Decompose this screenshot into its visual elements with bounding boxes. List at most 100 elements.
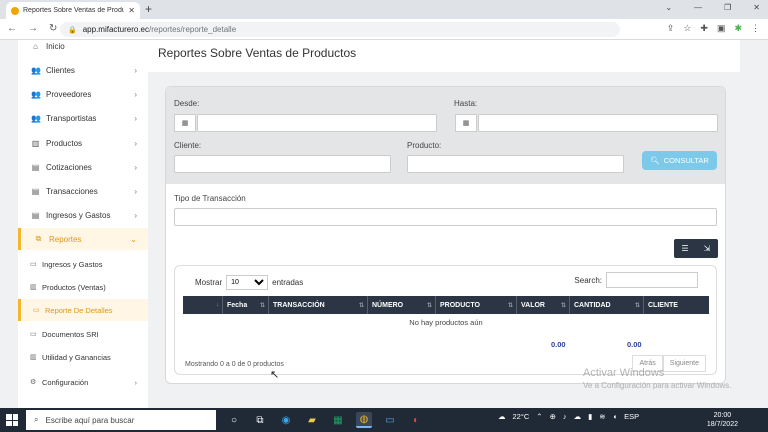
copy-icon: ⧉ [35, 234, 42, 243]
sidebar-item-label: Ingresos y Gastos [46, 210, 111, 220]
sidebar-sub-reporte-detalles[interactable]: ▭ Reporte De Detalles [18, 299, 148, 321]
sidebar-sub-documentos-sri[interactable]: ▭ Documentos SRI [18, 323, 148, 345]
volume-icon[interactable]: ♪ [563, 412, 567, 421]
app-icon[interactable]: ◐ [408, 412, 424, 428]
share-icon[interactable]: ⇪ [667, 23, 675, 34]
onedrive-icon[interactable]: ☁ [574, 412, 582, 421]
sidebar-item-label: Transportistas [46, 113, 97, 123]
column-header-cantidad[interactable]: CANTIDAD ⇅ [570, 296, 644, 314]
sidebar-item-label: Cotizaciones [46, 162, 92, 172]
sidebar-item-label: Clientes [46, 65, 75, 75]
star-icon[interactable]: ☆ [683, 23, 691, 34]
column-header-cliente[interactable]: CLIENTE [644, 296, 709, 314]
taskbar-apps: ○ ⧉ ◉ ▰ ▦ ◍ ▭ ◐ [226, 412, 424, 428]
sidepanel-icon[interactable]: ▣ [717, 23, 726, 34]
column-header-transaccion[interactable]: TRANSACCIÓN ⇅ [269, 296, 368, 314]
restore-icon[interactable]: ❐ [724, 3, 731, 12]
page-title: Reportes Sobre Ventas de Productos [158, 46, 357, 60]
sidebar-item-clientes[interactable]: 👥 Clientes › [18, 59, 148, 81]
calendar-icon[interactable]: ▦ [455, 114, 477, 132]
tipo-transaccion-select[interactable] [174, 208, 717, 226]
browser-tab[interactable]: Reportes Sobre Ventas de Produc ✕ [6, 2, 140, 19]
sidebar-item-inicio[interactable]: ⌂ Inicio [18, 35, 148, 57]
clock-date: 18/7/2022 [706, 421, 738, 428]
tab-title: Reportes Sobre Ventas de Produc [23, 7, 125, 14]
data-table: Mostrar 10 entradas Search: ↓ Fecha ⇅ TRA… [174, 265, 717, 375]
table-search: Search: [574, 272, 698, 288]
sidebar-sub-productos-ventas[interactable]: ▥ Productos (Ventas) [18, 276, 148, 298]
calendar-icon[interactable]: ▦ [174, 114, 196, 132]
extensions-icon[interactable]: ✚ [700, 23, 708, 34]
sort-icon: ⇅ [634, 302, 640, 309]
network-icon[interactable]: ⊕ [550, 412, 556, 421]
excel-icon[interactable]: ▦ [330, 412, 346, 428]
list-icon: ▤ [31, 162, 40, 172]
sort-icon: ⇅ [358, 302, 364, 309]
chevron-down-icon[interactable]: ⌄ [665, 3, 672, 12]
close-window-icon[interactable]: ✕ [753, 3, 760, 12]
sidebar-item-label: Reportes [49, 234, 82, 244]
sidebar-sub-label: Documentos SRI [42, 329, 99, 339]
sidebar-item-transportistas[interactable]: 👥 Transportistas › [18, 107, 148, 129]
column-header-index[interactable]: ↓ [183, 296, 223, 314]
producto-input[interactable] [407, 155, 624, 173]
sidebar-sub-utilidad-ganancias[interactable]: ▥ Utilidad y Ganancias [18, 346, 148, 368]
column-header-fecha[interactable]: Fecha ⇅ [223, 296, 269, 314]
bars-icon: ▥ [30, 284, 37, 291]
hasta-input[interactable] [478, 114, 718, 132]
sidebar-item-reportes[interactable]: ⧉ Reportes ⌄ [18, 228, 148, 250]
watermark-line1: Activar Windows [583, 367, 665, 379]
sidebar-item-ingresos-gastos[interactable]: ▤ Ingresos y Gastos › [18, 204, 148, 226]
taskbar-search[interactable]: ⌕ Escribe aquí para buscar [26, 410, 216, 430]
sort-icon: ⇅ [259, 302, 265, 309]
list-icon: ▤ [31, 186, 40, 196]
column-header-valor[interactable]: VALOR ⇅ [517, 296, 570, 314]
task-view-icon[interactable]: ⧉ [252, 412, 268, 428]
taskbar-clock[interactable]: 20:00 18/7/2022 [707, 411, 738, 429]
new-tab-icon[interactable]: + [145, 2, 152, 16]
file-explorer-icon[interactable]: ▰ [304, 412, 320, 428]
sidebar-item-label: Inicio [46, 41, 65, 51]
remote-desktop-icon[interactable]: ▭ [382, 412, 398, 428]
column-header-producto[interactable]: PRODUCTO ⇅ [436, 296, 517, 314]
sidebar-item-configuracion[interactable]: ⚙ Configuración › [18, 371, 148, 393]
export-icon[interactable]: ⇲ [696, 239, 718, 258]
browser-tab-bar: Reportes Sobre Ventas de Produc ✕ + ⌄ — … [0, 0, 768, 19]
desde-input[interactable] [197, 114, 437, 132]
search-icon: 🔍︎ [650, 156, 660, 165]
windows-start-icon[interactable] [6, 414, 18, 426]
sidebar-item-cotizaciones[interactable]: ▤ Cotizaciones › [18, 156, 148, 178]
sidebar-item-label: Productos [46, 138, 83, 148]
list-icon: ▤ [31, 210, 40, 220]
chevron-down-icon: ⌄ [130, 234, 137, 244]
cliente-input[interactable] [174, 155, 391, 173]
close-tab-icon[interactable]: ✕ [128, 6, 135, 15]
forward-icon[interactable]: → [28, 23, 38, 34]
sort-icon: ↓ [216, 302, 219, 308]
list-view-icon[interactable]: ☰ [674, 239, 696, 258]
extension-icon[interactable]: ✱ [734, 23, 742, 34]
sidebar-item-proveedores[interactable]: 👥 Proveedores › [18, 83, 148, 105]
sidebar-item-transacciones[interactable]: ▤ Transacciones › [18, 180, 148, 202]
producto-label: Producto: [407, 141, 442, 150]
wifi-icon[interactable]: ≋ [599, 412, 605, 421]
consultar-button[interactable]: 🔍︎ CONSULTAR [642, 151, 717, 170]
edge-icon[interactable]: ◉ [278, 412, 294, 428]
page-size-select[interactable]: 10 [226, 275, 269, 290]
cortana-icon[interactable]: ○ [226, 412, 242, 428]
language-indicator[interactable]: ESP [624, 412, 639, 421]
search-input[interactable] [606, 272, 698, 288]
minimize-icon[interactable]: — [694, 3, 702, 12]
speaker-icon[interactable]: ◖ [613, 412, 618, 421]
sidebar-item-productos[interactable]: ▥ Productos › [18, 132, 148, 154]
tray-overflow-icon[interactable]: ⌃ [536, 412, 542, 421]
menu-icon[interactable]: ⋮ [751, 23, 760, 34]
back-icon[interactable]: ← [7, 23, 17, 34]
column-header-numero[interactable]: NÚMERO ⇅ [368, 296, 436, 314]
chrome-icon[interactable]: ◍ [356, 412, 372, 428]
sidebar-sub-ingresos-gastos[interactable]: ▭ Ingresos y Gastos [18, 253, 148, 275]
battery-icon[interactable]: ▮ [588, 412, 592, 421]
reload-icon[interactable]: ↻ [49, 23, 57, 34]
filter-panel: Desde: ▦ Hasta: ▦ Cliente: Producto: 🔍︎ … [166, 87, 725, 184]
window-controls: ⌄ — ❐ ✕ [665, 3, 760, 12]
